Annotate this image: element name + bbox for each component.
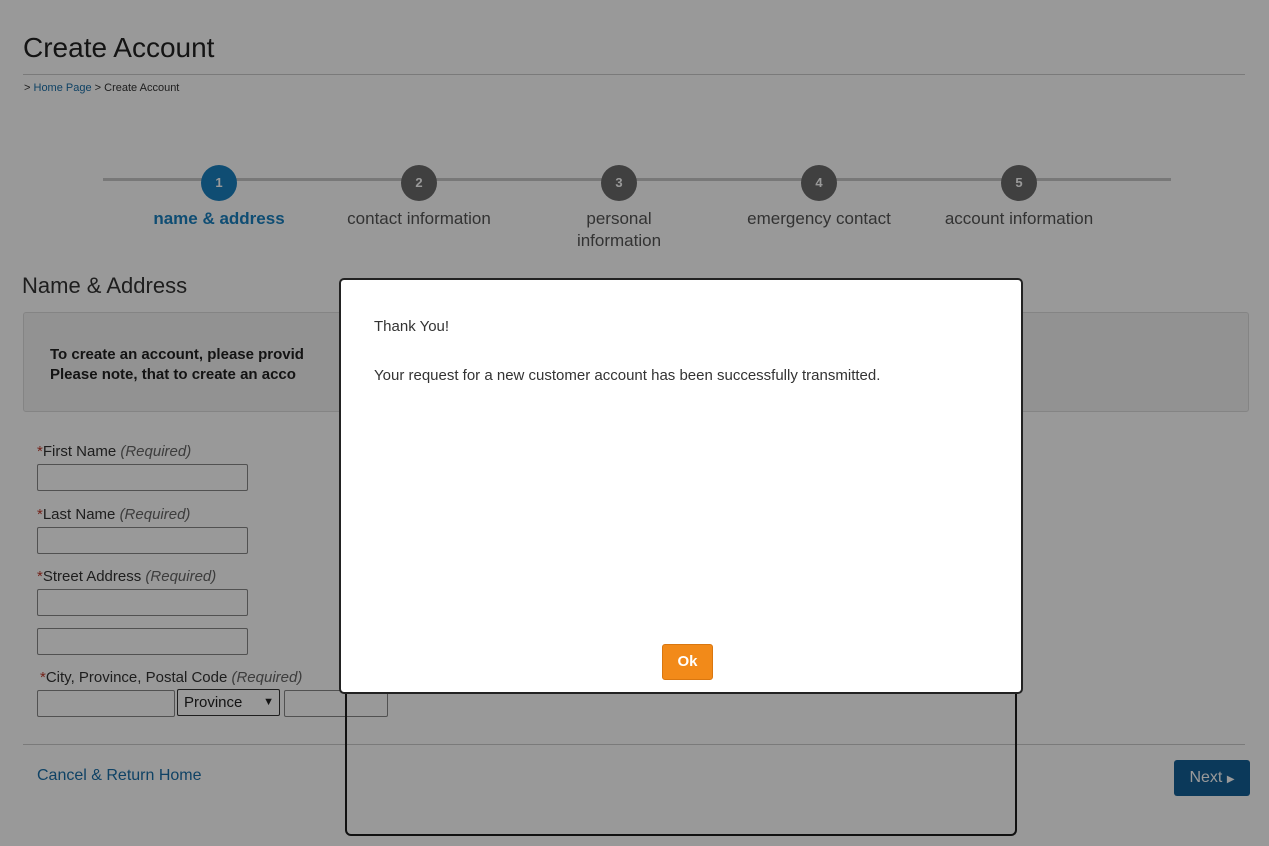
confirmation-dialog: Thank You! Your request for a new custom… [339,278,1023,694]
ok-button[interactable]: Ok [662,644,713,680]
dialog-message: Your request for a new customer account … [374,367,881,384]
dialog-title: Thank You! [374,318,450,335]
dialog-frame-outline [345,686,1017,836]
